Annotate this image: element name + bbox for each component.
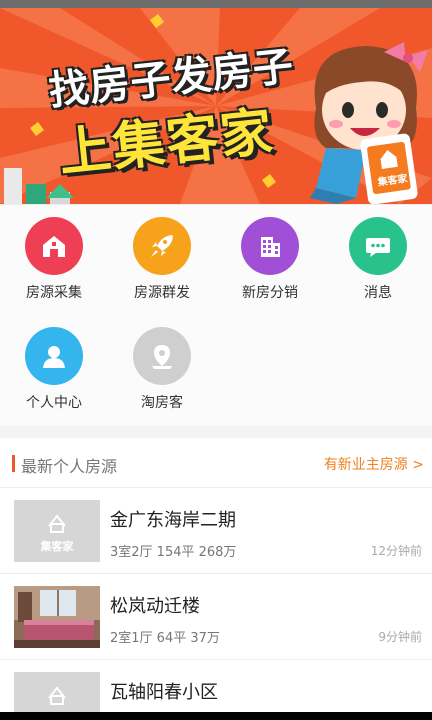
system-nav-bar bbox=[0, 712, 432, 720]
promo-banner[interactable]: 找房子发房子 上集客家 集客家 bbox=[0, 8, 432, 204]
grid-item-listing-broadcast[interactable]: 房源群发 bbox=[108, 205, 216, 315]
listing-info: 3室2厅 154平 268万 bbox=[110, 545, 237, 560]
new-owner-listings-link[interactable]: 有新业主房源 > bbox=[324, 454, 424, 474]
grid-item-messages[interactable]: 消息 bbox=[324, 205, 432, 315]
grid-item-label: 个人中心 bbox=[26, 395, 82, 411]
grid-item-label: 房源采集 bbox=[26, 285, 82, 301]
grid-item-label: 淘房客 bbox=[141, 395, 183, 411]
chat-icon bbox=[349, 217, 407, 275]
grid-item-label: 消息 bbox=[364, 285, 392, 301]
listing-item[interactable]: 瓦轴阳春小区 bbox=[0, 660, 432, 720]
grid-item-listing-collect[interactable]: 房源采集 bbox=[0, 205, 108, 315]
listing-name: 松岚动迁楼 bbox=[110, 596, 200, 617]
grid-item-label: 房源群发 bbox=[134, 285, 190, 301]
rocket-icon bbox=[133, 217, 191, 275]
grid-item-new-home-distribution[interactable]: 新房分销 bbox=[216, 205, 324, 315]
listing-item[interactable]: 松岚动迁楼 2室1厅 64平 37万 9分钟前 bbox=[0, 574, 432, 660]
listing-name: 金广东海岸二期 bbox=[110, 510, 236, 531]
listing-time: 9分钟前 bbox=[378, 630, 422, 644]
latest-listings-header: 最新个人房源 有新业主房源 > bbox=[0, 438, 432, 488]
person-icon bbox=[25, 327, 83, 385]
bedroom-photo bbox=[14, 586, 100, 648]
listing-info: 2室1厅 64平 37万 bbox=[110, 631, 220, 646]
feature-grid: 房源采集 房源群发 新房分销 消息 个人中心 淘房客 bbox=[0, 204, 432, 426]
listing-name: 瓦轴阳春小区 bbox=[110, 682, 218, 703]
mascot-girl-illustration: 集客家 bbox=[310, 42, 428, 204]
section-title: 最新个人房源 bbox=[21, 457, 118, 476]
listing-thumbnail: 集客家 bbox=[14, 500, 100, 562]
house-logo-icon bbox=[48, 514, 66, 533]
status-bar bbox=[0, 0, 432, 8]
building-icon bbox=[241, 217, 299, 275]
location-pin-icon bbox=[133, 327, 191, 385]
home-icon bbox=[25, 217, 83, 275]
listing-time: 12分钟前 bbox=[370, 544, 422, 558]
section-accent-bar bbox=[12, 455, 15, 472]
grid-item-personal-center[interactable]: 个人中心 bbox=[0, 315, 108, 425]
logo-placeholder: 集客家 bbox=[14, 500, 100, 562]
house-logo-icon bbox=[48, 686, 66, 705]
logo-text: 集客家 bbox=[40, 540, 74, 553]
grid-item-find-tenants[interactable]: 淘房客 bbox=[108, 315, 216, 425]
listing-item[interactable]: 集客家 金广东海岸二期 3室2厅 154平 268万 12分钟前 bbox=[0, 488, 432, 574]
grid-item-label: 新房分销 bbox=[242, 285, 298, 301]
listing-photo bbox=[14, 586, 100, 648]
